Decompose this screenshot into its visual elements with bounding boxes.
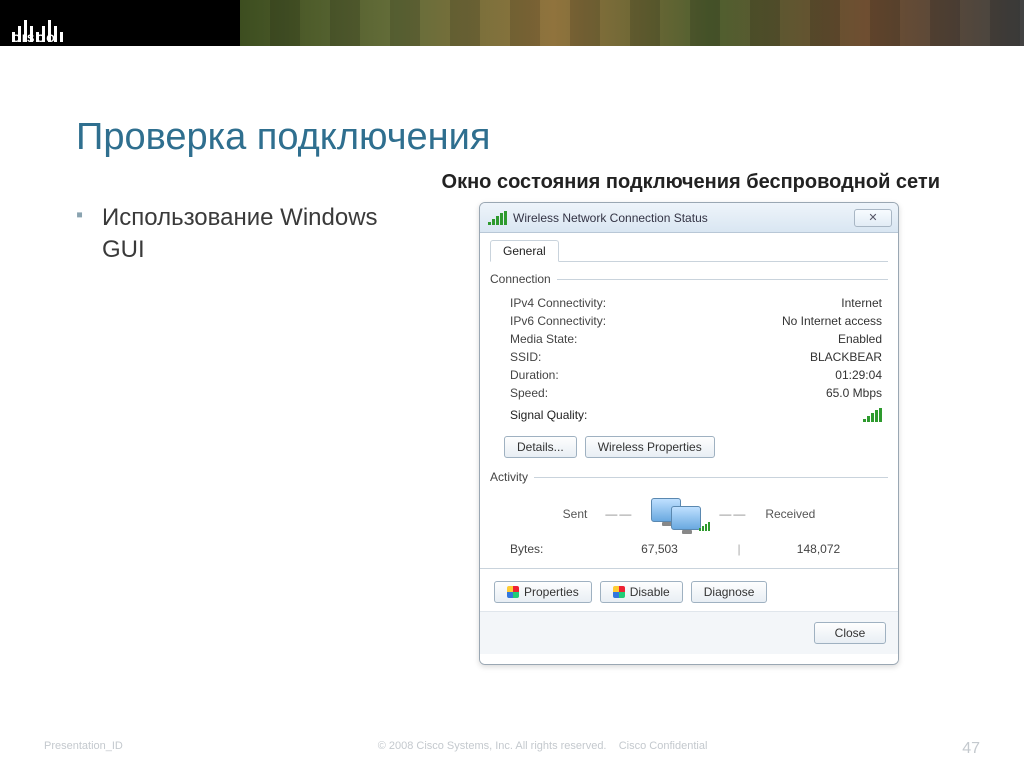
- bullet-list: Использование Windows GUI: [76, 202, 406, 665]
- close-icon[interactable]: ✕: [854, 209, 892, 227]
- group-connection-label: Connection: [490, 272, 551, 286]
- duration-value: 01:29:04: [835, 368, 882, 382]
- close-button[interactable]: Close: [814, 622, 886, 644]
- group-activity-label: Activity: [490, 470, 528, 484]
- network-computers-icon: [651, 498, 701, 530]
- wireless-status-dialog: Wireless Network Connection Status ✕ Gen…: [479, 202, 899, 665]
- signal-quality-icon: [863, 408, 882, 422]
- speed-value: 65.0 Mbps: [826, 386, 882, 400]
- properties-button[interactable]: Properties: [494, 581, 592, 603]
- ipv4-label: IPv4 Connectivity:: [510, 296, 606, 310]
- ipv6-value: No Internet access: [782, 314, 882, 328]
- media-state-value: Enabled: [838, 332, 882, 346]
- bullet-item: Использование Windows GUI: [76, 202, 406, 267]
- footer-left: Presentation_ID: [44, 740, 123, 758]
- activity-graphic: Sent —— —— Received: [490, 492, 888, 536]
- dialog-title: Wireless Network Connection Status: [513, 211, 848, 225]
- cisco-logo-area: CISCO: [0, 0, 240, 46]
- signal-quality-label: Signal Quality:: [510, 408, 587, 422]
- slide-title: Проверка подключения: [76, 116, 948, 159]
- sent-label: Sent: [563, 507, 588, 521]
- cisco-word: CISCO: [12, 33, 57, 45]
- ipv4-value: Internet: [841, 296, 882, 310]
- shield-icon: [613, 586, 625, 598]
- received-label: Received: [765, 507, 815, 521]
- wireless-properties-button[interactable]: Wireless Properties: [585, 436, 715, 458]
- duration-label: Duration:: [510, 368, 559, 382]
- ssid-value: BLACKBEAR: [810, 350, 882, 364]
- shield-icon: [507, 586, 519, 598]
- bytes-sent-value: 67,503: [600, 542, 719, 556]
- details-button[interactable]: Details...: [504, 436, 577, 458]
- ipv6-label: IPv6 Connectivity:: [510, 314, 606, 328]
- slide-footer: Presentation_ID © 2008 Cisco Systems, In…: [0, 740, 1024, 758]
- diagnose-button[interactable]: Diagnose: [691, 581, 768, 603]
- banner-photo-strip: [240, 0, 1024, 46]
- tab-general[interactable]: General: [490, 240, 559, 262]
- slide-body: Проверка подключения Окно состояния подк…: [0, 46, 1024, 768]
- speed-label: Speed:: [510, 386, 548, 400]
- disable-button[interactable]: Disable: [600, 581, 683, 603]
- footer-copyright: © 2008 Cisco Systems, Inc. All rights re…: [378, 740, 607, 752]
- page-number: 47: [962, 740, 980, 758]
- top-banner: CISCO: [0, 0, 1024, 46]
- bytes-received-value: 148,072: [759, 542, 878, 556]
- bytes-label: Bytes:: [510, 542, 600, 556]
- footer-confidential: Cisco Confidential: [619, 740, 708, 752]
- dialog-titlebar[interactable]: Wireless Network Connection Status ✕: [480, 203, 898, 233]
- media-state-label: Media State:: [510, 332, 577, 346]
- ssid-label: SSID:: [510, 350, 541, 364]
- wifi-signal-icon: [488, 211, 507, 225]
- slide-subtitle: Окно состояния подключения беспроводной …: [76, 171, 948, 194]
- tab-row: General: [490, 239, 888, 262]
